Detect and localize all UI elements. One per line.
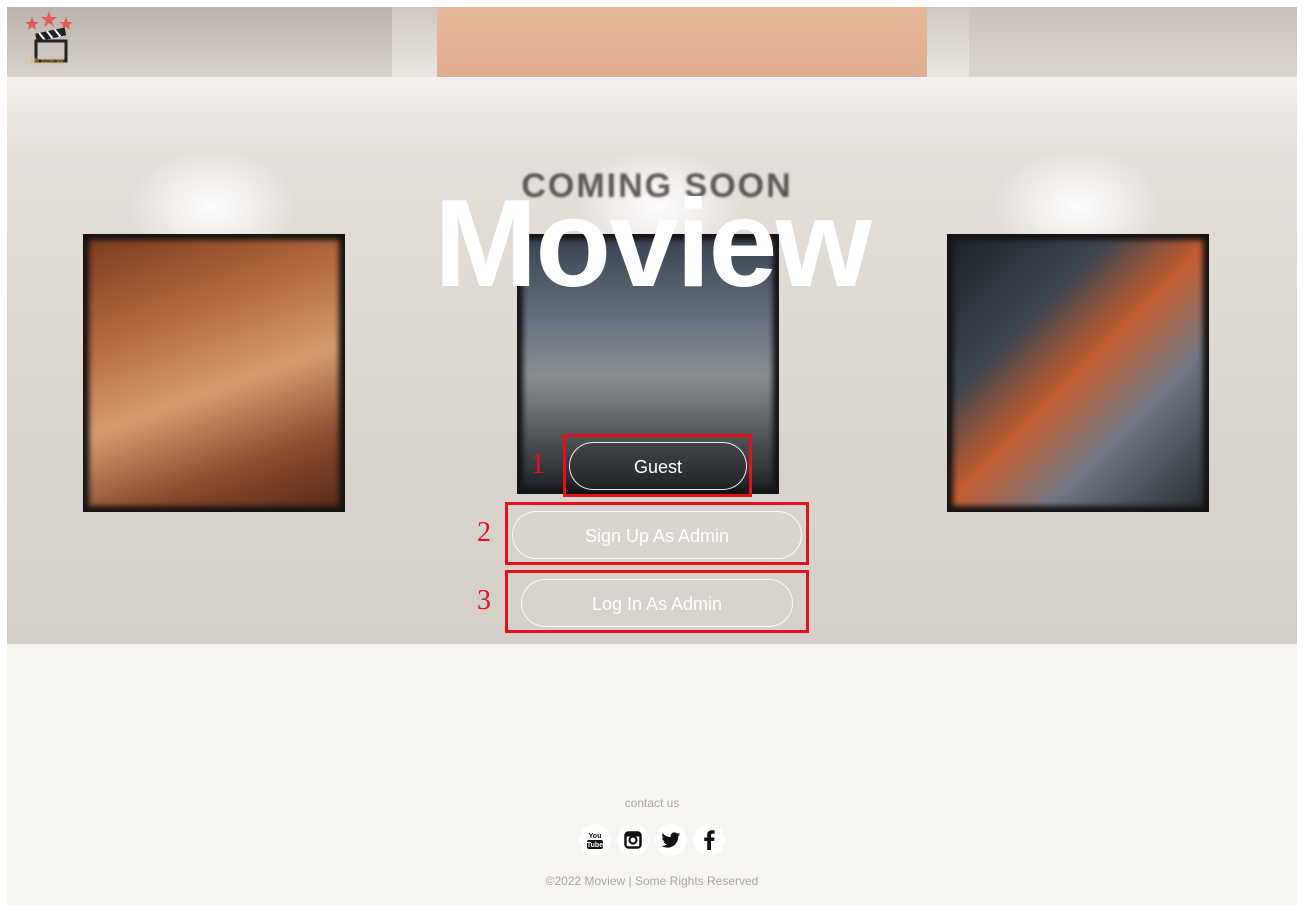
site-title: Moview <box>434 175 872 313</box>
contact-us-label: contact us <box>624 796 680 810</box>
svg-text:You: You <box>589 833 602 840</box>
highlight-box-2 <box>505 502 809 565</box>
annotation-number-3: 3 <box>477 585 491 616</box>
ceiling-right <box>969 7 1297 77</box>
annotation-number-1: 1 <box>531 449 545 480</box>
ceiling-mid <box>437 7 927 77</box>
social-links: You Tube <box>577 824 727 860</box>
copyright-text: ©2022 Moview | Some Rights Reserved <box>545 874 759 888</box>
ceiling-beam <box>7 77 1297 147</box>
svg-text:Tube: Tube <box>587 842 603 849</box>
facebook-icon[interactable] <box>693 824 725 856</box>
page: COMING SOON Moview Guest Sign Up As Admi… <box>7 7 1297 905</box>
highlight-box-1 <box>563 434 752 497</box>
logo-text: MOVIEW <box>30 57 64 66</box>
instagram-icon[interactable] <box>617 824 649 856</box>
annotation-number-2: 2 <box>477 517 491 548</box>
highlight-box-3 <box>505 570 809 633</box>
youtube-icon[interactable]: You Tube <box>579 824 611 856</box>
twitter-icon[interactable] <box>655 824 687 856</box>
